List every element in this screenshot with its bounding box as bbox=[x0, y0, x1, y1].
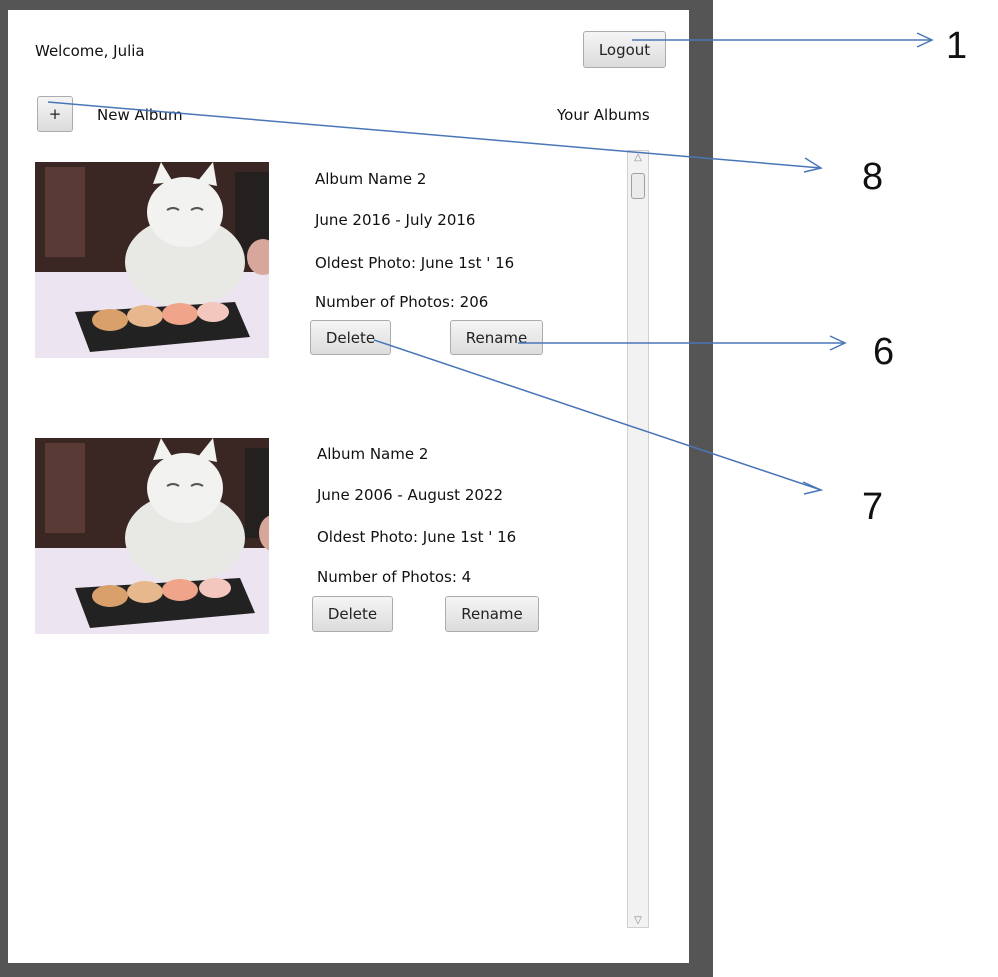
annotation-arrows bbox=[47, 32, 934, 495]
callout-number-rename: 6 bbox=[873, 331, 895, 373]
callout-arrow-delete bbox=[373, 339, 822, 491]
callout-arrow-new-album bbox=[47, 101, 822, 169]
callout-number-delete: 7 bbox=[862, 486, 884, 528]
callout-number-new-album: 8 bbox=[862, 156, 884, 198]
callout-number-logout: 1 bbox=[946, 25, 968, 67]
